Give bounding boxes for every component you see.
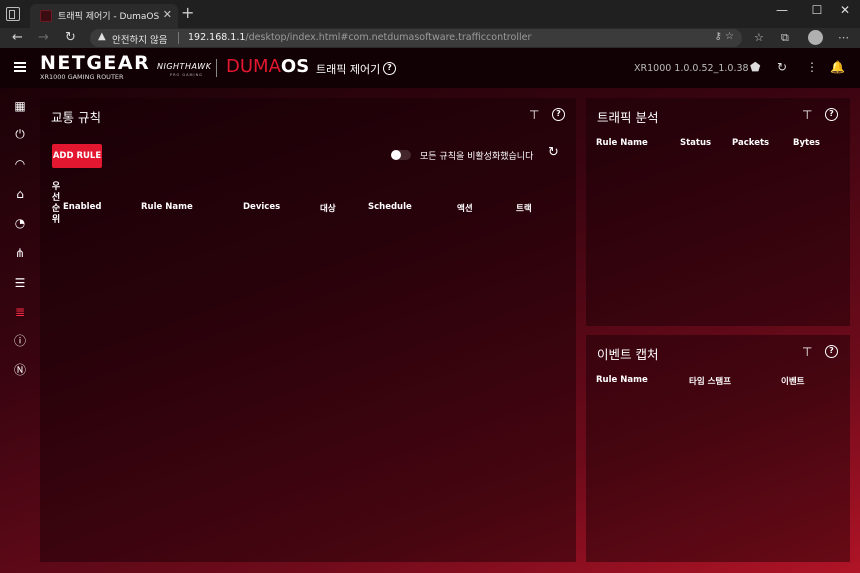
column-header-timestamp[interactable]: 타임 스탬프 bbox=[689, 375, 731, 387]
firmware-version: XR1000 1.0.0.52_1.0.38 bbox=[634, 63, 749, 74]
home-network-icon[interactable]: ⌂ bbox=[12, 186, 28, 202]
toggle-label: 모든 규칙을 비활성화했습니다 bbox=[420, 152, 534, 162]
help-icon[interactable]: ? bbox=[552, 108, 565, 121]
list-icon[interactable]: ☰ bbox=[12, 275, 28, 291]
tab-close-icon[interactable]: ✕ bbox=[163, 8, 172, 22]
new-tab-button[interactable]: + bbox=[181, 4, 194, 22]
tab-title: 트래픽 제어기 - DumaOS bbox=[58, 12, 160, 22]
column-header-event[interactable]: 이벤트 bbox=[781, 375, 804, 387]
netgear-logo: NETGEAR bbox=[40, 52, 151, 74]
column-header-priority[interactable]: 우 선 순 위 bbox=[51, 182, 61, 226]
pin-icon[interactable]: ⊤ bbox=[802, 108, 812, 122]
column-header-devices[interactable]: Devices bbox=[243, 202, 280, 212]
warning-icon: ▲ bbox=[98, 31, 106, 42]
info-icon[interactable]: ⓘ bbox=[12, 333, 28, 349]
disable-all-rules-toggle[interactable] bbox=[391, 150, 411, 160]
profile-avatar[interactable] bbox=[808, 30, 823, 45]
tab-actions-icon[interactable] bbox=[6, 7, 20, 21]
browser-tab-bar: 트래픽 제어기 - DumaOS ✕ + — ☐ ✕ bbox=[0, 0, 860, 28]
column-header-rule-name[interactable]: Rule Name bbox=[596, 375, 648, 385]
shield-icon[interactable]: ⬟ bbox=[750, 60, 760, 74]
column-header-rule-name[interactable]: Rule Name bbox=[596, 138, 648, 148]
pin-icon[interactable]: ⊤ bbox=[529, 108, 539, 122]
column-header-rule-name[interactable]: Rule Name bbox=[141, 202, 193, 212]
panel-title: 트래픽 분석 bbox=[597, 110, 659, 125]
refresh-icon[interactable]: ↻ bbox=[548, 146, 559, 160]
help-icon[interactable]: ? bbox=[825, 345, 838, 358]
help-icon[interactable]: ? bbox=[825, 108, 838, 121]
column-header-bytes[interactable]: Bytes bbox=[793, 138, 820, 148]
traffic-analysis-panel: 트래픽 분석 ⊤ ? Rule Name Status Packets Byte… bbox=[586, 98, 850, 326]
header-divider bbox=[216, 59, 217, 77]
browser-tab[interactable]: 트래픽 제어기 - DumaOS ✕ bbox=[30, 4, 178, 28]
column-header-schedule[interactable]: Schedule bbox=[368, 202, 412, 212]
nighthawk-logo: NIGHTHAWK bbox=[157, 62, 212, 71]
panel-title: 교통 규칙 bbox=[51, 110, 101, 125]
wifi-icon[interactable]: ◠ bbox=[12, 156, 28, 172]
dumaos-logo: DUMAOS bbox=[226, 56, 309, 78]
maximize-button[interactable]: ☐ bbox=[802, 3, 832, 17]
os-text: OS bbox=[280, 56, 310, 77]
power-icon[interactable]: ⏻ bbox=[12, 126, 28, 142]
security-label[interactable]: 안전하지 않음 bbox=[112, 32, 167, 46]
url-host: 192.168.1.1 bbox=[188, 32, 246, 43]
traffic-light-icon[interactable]: ≣ bbox=[12, 304, 28, 320]
toggle-knob bbox=[391, 150, 401, 160]
url-field[interactable]: ▲ 안전하지 않음 192.168.1.1/desktop/index.html… bbox=[90, 29, 742, 47]
column-header-status[interactable]: Status bbox=[680, 138, 711, 148]
reload-button[interactable]: ↻ bbox=[65, 30, 76, 46]
forward-button[interactable]: → bbox=[38, 30, 49, 46]
nighthawk-tagline: PRO GAMING bbox=[170, 73, 203, 77]
app-header: NETGEAR XR1000 GAMING ROUTER NIGHTHAWK P… bbox=[0, 48, 860, 88]
duma-text: DUMA bbox=[226, 56, 281, 77]
collections-icon[interactable]: ⧉ bbox=[781, 30, 789, 46]
column-header-packets[interactable]: Packets bbox=[732, 138, 769, 148]
url-divider bbox=[178, 32, 179, 44]
help-icon[interactable]: ? bbox=[383, 62, 396, 75]
column-header-target[interactable]: 대상 bbox=[320, 202, 336, 214]
page-title: 트래픽 제어기 bbox=[316, 63, 381, 76]
event-capture-panel: 이벤트 캡처 ⊤ ? Rule Name 타임 스탬프 이벤트 bbox=[586, 335, 850, 562]
url-text[interactable]: 192.168.1.1/desktop/index.html#com.netdu… bbox=[188, 32, 531, 43]
minimize-button[interactable]: — bbox=[767, 3, 797, 17]
column-header-enabled[interactable]: Enabled bbox=[63, 202, 101, 212]
browser-menu-icon[interactable]: ⋯ bbox=[838, 30, 849, 46]
close-window-button[interactable]: ✕ bbox=[830, 3, 860, 17]
dumaos-app: NETGEAR XR1000 GAMING ROUTER NIGHTHAWK P… bbox=[0, 48, 860, 573]
traffic-rules-panel: 교통 규칙 ⊤ ? ADD RULE 모든 규칙을 비활성화했습니다 ↻ 우 선… bbox=[40, 98, 576, 562]
favicon-icon bbox=[40, 10, 52, 22]
column-header-action[interactable]: 액션 bbox=[457, 202, 473, 214]
refresh-icon[interactable]: ↻ bbox=[777, 60, 787, 74]
column-header-track[interactable]: 트랙 bbox=[516, 202, 532, 214]
panel-title: 이벤트 캡처 bbox=[597, 347, 659, 362]
url-path: /desktop/index.html#com.netdumasoftware.… bbox=[245, 32, 532, 43]
url-action-icons[interactable]: ⚷ ☆ bbox=[715, 31, 734, 42]
pin-icon[interactable]: ⊤ bbox=[802, 345, 812, 359]
router-model-label: XR1000 GAMING ROUTER bbox=[40, 73, 124, 81]
netduma-icon[interactable]: Ⓝ bbox=[12, 362, 28, 378]
add-rule-button[interactable]: ADD RULE bbox=[52, 144, 102, 168]
network-map-icon[interactable]: ⋔ bbox=[12, 245, 28, 261]
more-options-icon[interactable]: ⋮ bbox=[806, 60, 818, 74]
address-bar: ← → ↻ ▲ 안전하지 않음 192.168.1.1/desktop/inde… bbox=[0, 28, 860, 48]
sidebar: ▦ ⏻ ◠ ⌂ ◔ ⋔ ☰ ≣ ⓘ Ⓝ bbox=[0, 88, 40, 573]
favorites-icon[interactable]: ☆ bbox=[754, 30, 764, 46]
back-button[interactable]: ← bbox=[12, 30, 23, 46]
dashboard-icon[interactable]: ▦ bbox=[12, 98, 28, 114]
bell-icon[interactable]: 🔔 bbox=[830, 60, 845, 74]
speedometer-icon[interactable]: ◔ bbox=[12, 215, 28, 231]
hamburger-menu-icon[interactable] bbox=[14, 62, 26, 72]
